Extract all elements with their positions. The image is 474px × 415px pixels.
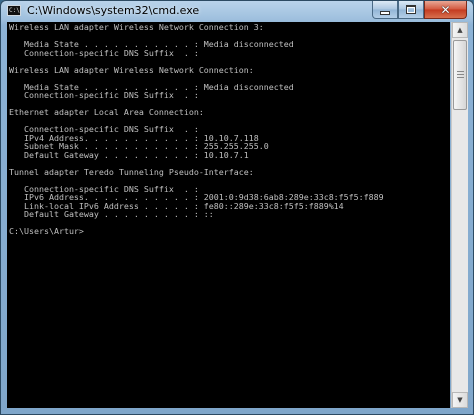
thumb-grip <box>457 74 464 75</box>
scrollbar-thumb[interactable] <box>453 40 467 110</box>
console-line: Ethernet adapter Local Area Connection: <box>9 107 204 117</box>
vertical-scrollbar[interactable]: ▲ ▼ <box>451 22 468 408</box>
window-controls: ✕ <box>372 1 467 20</box>
cmd-window: C:\ C:\Windows\system32\cmd.exe ✕ Wirele… <box>0 0 474 415</box>
console-line: Tunnel adapter Teredo Tunneling Pseudo-I… <box>9 166 254 177</box>
console-line: Default Gateway . . . . . . . . . : 10.1… <box>9 149 249 160</box>
scroll-up-button[interactable]: ▲ <box>452 22 468 38</box>
console-line: Wireless LAN adapter Wireless Network Co… <box>9 64 254 75</box>
console-prompt: C:\Users\Artur> <box>9 226 84 236</box>
title-bar[interactable]: C:\ C:\Windows\system32\cmd.exe ✕ <box>1 1 473 21</box>
minimize-button[interactable] <box>372 1 398 19</box>
scroll-down-button[interactable]: ▼ <box>452 392 468 408</box>
thumb-grip <box>457 77 464 78</box>
console-line: Wireless LAN adapter Wireless Network Co… <box>9 22 264 32</box>
maximize-button[interactable] <box>398 1 424 19</box>
thumb-grip <box>457 71 464 72</box>
console-line: Default Gateway . . . . . . . . . : :: <box>9 209 214 219</box>
console-text: Wireless LAN adapter Wireless Network Co… <box>7 22 450 236</box>
cmd-app-icon[interactable]: C:\ <box>7 5 21 16</box>
console-line: Connection-specific DNS Suffix . : <box>9 47 199 58</box>
close-icon: ✕ <box>440 2 451 17</box>
maximize-icon <box>406 5 416 14</box>
close-button[interactable]: ✕ <box>424 1 467 19</box>
scroll-down-arrow-icon: ▼ <box>457 396 463 404</box>
minimize-icon <box>380 10 390 15</box>
console-line: Connection-specific DNS Suffix . : <box>9 90 199 100</box>
window-title: C:\Windows\system32\cmd.exe <box>27 4 200 17</box>
console-output-area[interactable]: Wireless LAN adapter Wireless Network Co… <box>7 22 450 408</box>
scroll-up-arrow-icon: ▲ <box>457 26 463 34</box>
